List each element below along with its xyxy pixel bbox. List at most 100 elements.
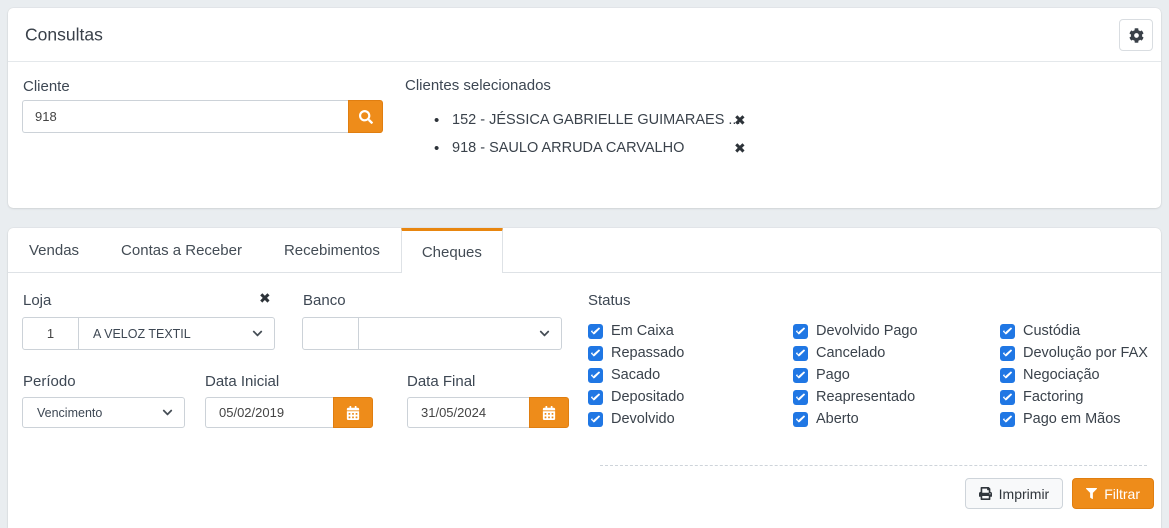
loja-code-input[interactable]	[22, 317, 79, 350]
status-option: Reapresentado	[793, 386, 918, 408]
loja-group: A VELOZ TEXTIL	[22, 317, 275, 350]
actions-row: Imprimir Filtrar	[965, 478, 1154, 509]
periodo-label: Período	[23, 373, 76, 390]
status-checkbox-label: Devolvido	[611, 411, 675, 427]
status-option: Factoring	[1000, 386, 1148, 408]
periodo-select[interactable]: Vencimento	[22, 397, 185, 428]
tab-bar: Vendas Contas a Receber Recebimentos Che…	[8, 228, 1161, 273]
checkbox-checked[interactable]	[793, 324, 808, 339]
check-icon	[1003, 371, 1012, 380]
imprimir-button[interactable]: Imprimir	[965, 478, 1064, 509]
page-title: Consultas	[25, 24, 103, 45]
check-icon	[591, 349, 600, 358]
loja-select-value: A VELOZ TEXTIL	[79, 327, 191, 341]
checkbox-checked[interactable]	[1000, 346, 1015, 361]
chevron-down-icon	[539, 328, 550, 339]
checkbox-checked[interactable]	[588, 368, 603, 383]
cliente-search-group	[22, 100, 383, 133]
check-icon	[591, 371, 600, 380]
checkbox-checked[interactable]	[793, 368, 808, 383]
data-inicial-input[interactable]	[205, 397, 333, 428]
remove-client-icon[interactable]: ✖	[734, 112, 746, 129]
status-column: Custódia Devolução por FAX Negociação Fa…	[1000, 320, 1148, 430]
check-icon	[591, 415, 600, 424]
checkbox-checked[interactable]	[588, 390, 603, 405]
status-option: Repassado	[588, 342, 684, 364]
data-inicial-calendar-button[interactable]	[333, 397, 373, 428]
selected-clients-list: • 152 - JÉSSICA GABRIELLE GUIMARAES ... …	[405, 106, 746, 162]
check-icon	[796, 371, 805, 380]
status-column: Devolvido Pago Cancelado Pago Reapresent…	[793, 320, 918, 430]
data-final-input[interactable]	[407, 397, 529, 428]
settings-button[interactable]	[1119, 19, 1153, 51]
check-icon	[796, 327, 805, 336]
status-checkbox-label: Depositado	[611, 389, 684, 405]
check-icon	[591, 393, 600, 402]
banco-select[interactable]	[359, 317, 562, 350]
clear-loja-icon[interactable]: ✖	[259, 290, 271, 307]
status-option: Aberto	[793, 408, 918, 430]
bullet-icon: •	[434, 140, 452, 157]
imprimir-button-label: Imprimir	[999, 486, 1050, 502]
cliente-input[interactable]	[22, 100, 348, 133]
remove-client-icon[interactable]: ✖	[734, 140, 746, 157]
status-label: Status	[588, 292, 631, 309]
filter-icon	[1086, 488, 1097, 499]
status-checkbox-label: Sacado	[611, 367, 660, 383]
checkbox-checked[interactable]	[1000, 368, 1015, 383]
selected-clients-block: Clientes selecionados • 152 - JÉSSICA GA…	[405, 77, 746, 162]
data-inicial-group	[205, 397, 373, 428]
banco-label: Banco	[303, 292, 346, 309]
status-option: Sacado	[588, 364, 684, 386]
client-text: 152 - JÉSSICA GABRIELLE GUIMARAES ...	[452, 112, 728, 128]
consultas-panel: Consultas Cliente Clientes selecionados …	[8, 8, 1161, 208]
status-checkbox-label: Repassado	[611, 345, 684, 361]
status-checkbox-label: Devolvido Pago	[816, 323, 918, 339]
status-option: Cancelado	[793, 342, 918, 364]
loja-select[interactable]: A VELOZ TEXTIL	[79, 317, 275, 350]
status-checkbox-label: Negociação	[1023, 367, 1100, 383]
status-checkbox-label: Factoring	[1023, 389, 1083, 405]
check-icon	[1003, 415, 1012, 424]
checkbox-checked[interactable]	[1000, 324, 1015, 339]
search-button[interactable]	[348, 100, 383, 133]
data-final-group	[407, 397, 569, 428]
status-option: Negociação	[1000, 364, 1148, 386]
check-icon	[796, 349, 805, 358]
status-option: Depositado	[588, 386, 684, 408]
banco-group	[302, 317, 562, 350]
check-icon	[796, 415, 805, 424]
checkbox-checked[interactable]	[793, 346, 808, 361]
checkbox-checked[interactable]	[1000, 412, 1015, 427]
status-option: Em Caixa	[588, 320, 684, 342]
checkbox-checked[interactable]	[588, 324, 603, 339]
checkbox-checked[interactable]	[793, 412, 808, 427]
check-icon	[1003, 393, 1012, 402]
status-checkbox-label: Cancelado	[816, 345, 885, 361]
status-option: Custódia	[1000, 320, 1148, 342]
cliente-label: Cliente	[23, 78, 70, 95]
tab-cheques[interactable]: Cheques	[401, 228, 503, 273]
data-final-calendar-button[interactable]	[529, 397, 569, 428]
checkbox-checked[interactable]	[1000, 390, 1015, 405]
tab-recebimentos[interactable]: Recebimentos	[263, 228, 401, 272]
filtrar-button-label: Filtrar	[1104, 486, 1140, 502]
banco-code-input[interactable]	[302, 317, 359, 350]
status-checkbox-label: Devolução por FAX	[1023, 345, 1148, 361]
tab-vendas[interactable]: Vendas	[8, 228, 100, 272]
calendar-icon	[346, 406, 360, 420]
filtrar-button[interactable]: Filtrar	[1072, 478, 1154, 509]
calendar-icon	[542, 406, 556, 420]
data-inicial-label: Data Inicial	[205, 373, 279, 390]
tab-contas-a-receber[interactable]: Contas a Receber	[100, 228, 263, 272]
status-checkbox-label: Custódia	[1023, 323, 1080, 339]
check-icon	[1003, 327, 1012, 336]
periodo-select-value: Vencimento	[23, 406, 102, 420]
loja-label: Loja	[23, 292, 51, 309]
checkbox-checked[interactable]	[588, 346, 603, 361]
checkbox-checked[interactable]	[588, 412, 603, 427]
status-checkbox-label: Reapresentado	[816, 389, 915, 405]
checkbox-checked[interactable]	[793, 390, 808, 405]
status-checkbox-label: Aberto	[816, 411, 859, 427]
status-option: Pago	[793, 364, 918, 386]
